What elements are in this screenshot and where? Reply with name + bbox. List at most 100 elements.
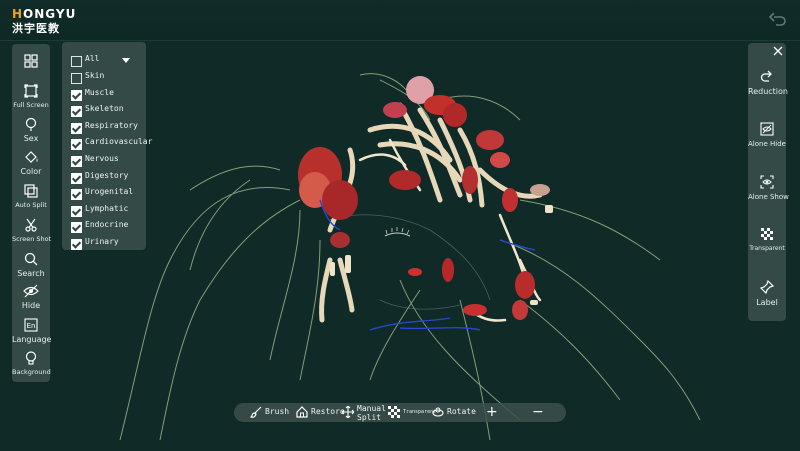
layer-checkbox-cardiovascular[interactable] (71, 139, 82, 151)
layer-row-muscle[interactable]: Muscle (62, 88, 146, 104)
layer-checkbox-endocrine[interactable] (71, 222, 82, 234)
layer-label-urinary: Urinary (85, 237, 119, 246)
brand-logo-cn: 洪宇医教 (12, 22, 60, 35)
layer-label-muscle: Muscle (85, 87, 114, 97)
pin-icon (760, 280, 774, 294)
restore-label: Restore (311, 407, 345, 416)
bottom-toolbar: Brush Restore Manual Split Transparent R… (234, 403, 566, 422)
layer-row-urinary[interactable]: Urinary (62, 237, 146, 253)
layer-row-skin[interactable]: Skin (62, 71, 146, 87)
layer-row-cardiovascular[interactable]: Cardiovascular (62, 137, 152, 153)
layer-all-row[interactable]: All (62, 54, 146, 70)
transparent-label: Transparent (749, 245, 785, 252)
hide-label: Hide (21, 301, 41, 310)
grid-icon (24, 54, 38, 68)
color-label: Color (20, 167, 42, 176)
alone-show-button[interactable]: Alone Show (748, 175, 789, 223)
rotate-icon (432, 407, 444, 417)
layer-row-digestory[interactable]: Digestory (62, 171, 146, 187)
transparent-tool-button[interactable]: Transparent (388, 403, 436, 422)
layer-label-cardiovascular: Cardiovascular (85, 137, 153, 147)
bulb-icon (25, 351, 37, 365)
full-screen-label: Full Screen (13, 101, 49, 109)
background-button[interactable]: Background (12, 345, 51, 395)
search-label: Search (17, 269, 45, 278)
eye-hide-icon (23, 284, 39, 298)
zoom-in-button[interactable]: + (486, 404, 498, 420)
redo-icon (760, 70, 772, 82)
fullscreen-icon (24, 84, 38, 98)
layer-checkbox-muscle[interactable] (71, 89, 82, 101)
layer-label-skin: Skin (85, 71, 105, 80)
layer-checkbox-lymphatic[interactable] (71, 205, 82, 217)
chevron-down-icon[interactable] (122, 58, 130, 63)
layer-label-nervous: Nervous (85, 154, 119, 163)
undo-arrow-icon[interactable] (768, 10, 788, 30)
layer-row-lymphatic[interactable]: Lymphatic (62, 204, 146, 220)
layer-all-checkbox[interactable] (71, 56, 82, 67)
label-button[interactable]: Label (748, 280, 786, 328)
alone-hide-icon (760, 122, 774, 136)
layer-label-lymphatic: Lymphatic (85, 203, 129, 213)
alone-show-icon (760, 175, 774, 189)
top-bar: HONGYU 洪宇医教 (0, 0, 800, 41)
layer-row-endocrine[interactable]: Endocrine (62, 220, 146, 236)
zoom-out-button[interactable]: − (532, 404, 544, 420)
auto-split-icon (24, 184, 38, 198)
brush-button[interactable]: Brush (250, 403, 302, 422)
rotate-label: Rotate (447, 407, 476, 416)
eye-lid (384, 232, 411, 237)
close-icon[interactable] (772, 45, 784, 57)
layer-checkbox-skeleton[interactable] (71, 106, 82, 118)
sex-label: Sex (23, 134, 39, 143)
left-toolbar: Full Screen Sex Color Auto Split Screen … (12, 44, 52, 382)
rib-cage (319, 102, 543, 323)
layer-checkbox-digestory[interactable] (71, 172, 82, 184)
layer-checkbox-nervous[interactable] (71, 156, 82, 167)
manual-split-button[interactable]: Manual Split (342, 403, 388, 422)
layer-label-digestory: Digestory (85, 170, 129, 180)
layer-checkbox-urinary[interactable] (71, 239, 82, 250)
sex-icon (25, 117, 37, 131)
manual-split-label-1: Manual (357, 404, 386, 413)
move-arrows-icon (342, 406, 354, 418)
layer-checkbox-skin[interactable] (71, 73, 82, 84)
language-label: Language (12, 335, 52, 344)
layer-label-skeleton: Skeleton (85, 104, 124, 114)
brand-logo: HONGYU 洪宇医教 (12, 7, 77, 35)
layer-row-urogenital[interactable]: Urogenital (62, 187, 146, 203)
brush-label: Brush (265, 407, 290, 416)
svg-text:En: En (27, 322, 36, 330)
layer-checkbox-respiratory[interactable] (71, 122, 82, 134)
rotate-button[interactable]: Rotate (432, 403, 480, 422)
layer-row-respiratory[interactable]: Respiratory (62, 121, 146, 137)
scissors-icon (25, 218, 37, 232)
layer-row-skeleton[interactable]: Skeleton (62, 104, 146, 120)
checker-icon (761, 228, 773, 240)
layer-all-label: All (85, 54, 100, 63)
layer-label-endocrine: Endocrine (85, 220, 129, 230)
search-icon (24, 252, 38, 266)
layer-checkbox-urogenital[interactable] (71, 189, 82, 201)
checker-icon (388, 406, 400, 418)
color-icon (25, 151, 38, 163)
manual-split-label-2: Split (357, 413, 382, 422)
reduction-button[interactable]: Reduction (748, 69, 788, 117)
layer-panel: All Skin Muscle Skeleton Respiratory Cardiov… (62, 42, 152, 253)
label-label: Label (756, 298, 778, 307)
language-icon: En (24, 318, 38, 332)
background-label: Background (12, 368, 51, 376)
alone-show-label: Alone Show (748, 193, 789, 201)
brush-icon (250, 406, 262, 418)
auto-split-label: Auto Split (15, 201, 47, 209)
layer-row-nervous[interactable]: Nervous (62, 154, 146, 170)
transparent-button[interactable]: Transparent (748, 227, 786, 275)
restore-button[interactable]: Restore (296, 403, 345, 422)
reduction-label: Reduction (748, 87, 788, 96)
right-panel: Reduction Alone Hide Alone Show Transpar… (748, 43, 789, 321)
layer-label-respiratory: Respiratory (85, 120, 138, 130)
layer-label-urogenital: Urogenital (85, 187, 134, 197)
alone-hide-button[interactable]: Alone Hide (748, 122, 786, 170)
home-icon (296, 406, 308, 418)
alone-hide-label: Alone Hide (748, 140, 786, 148)
